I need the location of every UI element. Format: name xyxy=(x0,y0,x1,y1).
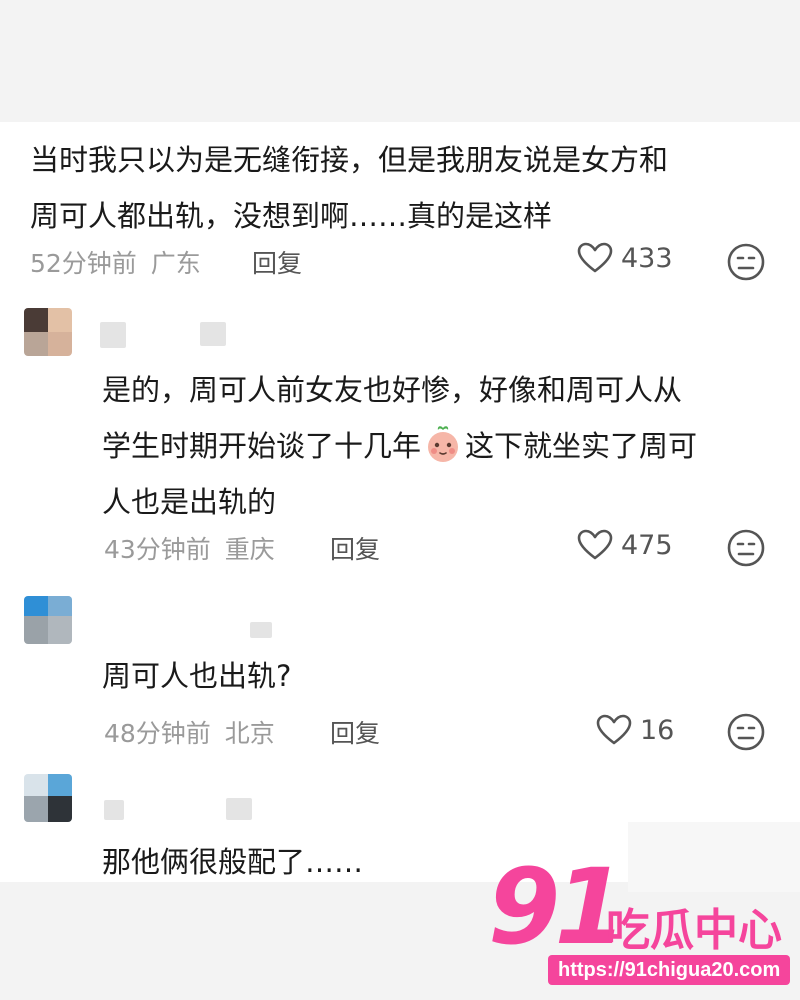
like-count: 475 xyxy=(621,529,673,561)
reply-button[interactable]: 回复 xyxy=(330,714,380,750)
comment-meta: 48分钟前 北京 xyxy=(104,714,275,750)
reply-button[interactable]: 回复 xyxy=(330,530,380,566)
watermark-logo-text: 吃瓜中心 xyxy=(606,905,782,956)
watermark-logo-number: 91 xyxy=(488,846,627,968)
comment-text: 是的，周可人前女友也好惨，好像和周可人从 学生时期开始谈了十几年 这下就坐实了周… xyxy=(102,362,697,530)
comment-line: 当时我只以为是无缝衔接，但是我朋友说是女方和 xyxy=(30,143,669,177)
neutral-face-icon[interactable] xyxy=(726,712,766,752)
avatar[interactable] xyxy=(24,774,72,822)
avatar[interactable] xyxy=(24,308,72,356)
like-button[interactable]: 433 xyxy=(577,242,673,274)
comment-text: 那他俩很般配了…… xyxy=(102,834,363,890)
like-button[interactable]: 475 xyxy=(577,529,673,561)
comment-location: 广东 xyxy=(150,249,201,278)
heart-outline-icon xyxy=(577,242,613,273)
heart-outline-icon xyxy=(596,714,632,745)
like-count: 433 xyxy=(621,242,673,274)
comment-meta: 52分钟前 广东 xyxy=(30,244,201,280)
neutral-face-icon[interactable] xyxy=(726,528,766,568)
neutral-face-icon[interactable] xyxy=(726,242,766,282)
comment-location: 北京 xyxy=(224,719,275,748)
comment-time: 48分钟前 xyxy=(104,719,211,748)
comment-list: 当时我只以为是无缝衔接，但是我朋友说是女方和 周可人都出轨，没想到啊……真的是这… xyxy=(0,122,800,882)
username-redacted xyxy=(250,622,272,638)
comment-line: 是的，周可人前女友也好惨，好像和周可人从 xyxy=(102,373,683,407)
comment-line: 学生时期开始谈了十几年 这下就坐实了周可 xyxy=(102,418,697,474)
avatar[interactable] xyxy=(24,596,72,644)
comment-time: 52分钟前 xyxy=(30,249,137,278)
username-redacted xyxy=(104,800,124,820)
comment-line: 周可人都出轨，没想到啊……真的是这样 xyxy=(30,199,553,233)
reply-button[interactable]: 回复 xyxy=(252,244,302,280)
comment-line: 那他俩很般配了…… xyxy=(102,845,364,879)
baby-face-emoji xyxy=(428,426,459,462)
like-count: 16 xyxy=(640,714,675,746)
comment-line: 人也是出轨的 xyxy=(102,485,277,519)
comment-text: 周可人也出轨? xyxy=(102,648,291,704)
username-redacted xyxy=(100,322,126,348)
heart-outline-icon xyxy=(577,529,613,560)
like-button[interactable]: 16 xyxy=(596,714,674,746)
comment-meta: 43分钟前 重庆 xyxy=(104,530,275,566)
watermark-backdrop xyxy=(628,822,800,892)
comment-line: 周可人也出轨? xyxy=(102,659,292,693)
comment-text: 当时我只以为是无缝衔接，但是我朋友说是女方和 周可人都出轨，没想到啊……真的是这… xyxy=(30,132,668,244)
watermark-url: https://91chigua20.com xyxy=(548,955,791,985)
username-redacted xyxy=(200,322,226,346)
username-redacted xyxy=(226,798,252,820)
comment-location: 重庆 xyxy=(224,535,275,564)
comment-time: 43分钟前 xyxy=(104,535,211,564)
